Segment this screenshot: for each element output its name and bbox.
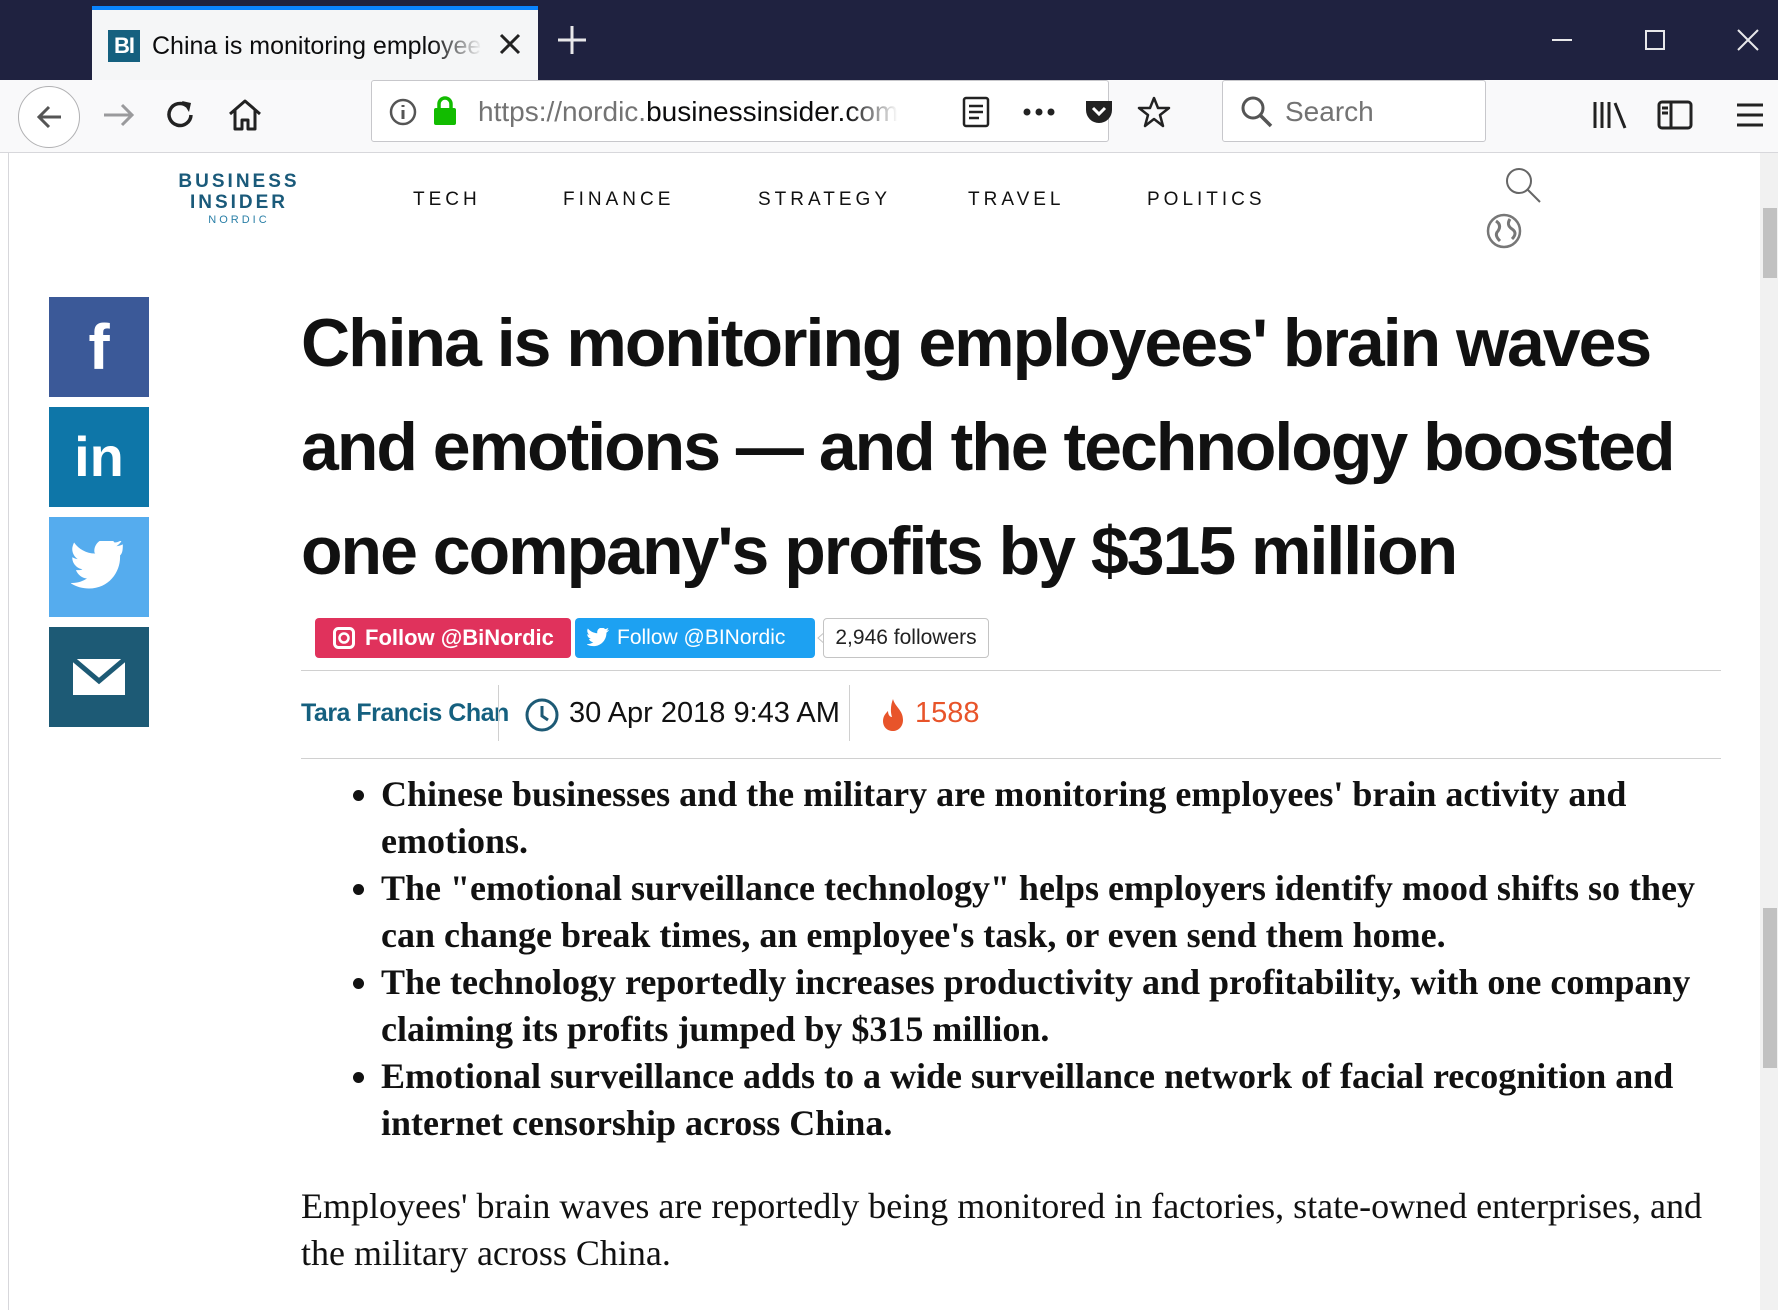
close-window-icon[interactable] [1726, 18, 1770, 62]
divider [498, 685, 499, 741]
lock-icon[interactable] [430, 95, 460, 127]
search-icon[interactable] [1503, 165, 1543, 205]
summary-item: Chinese businesses and the military are … [381, 771, 1741, 865]
summary-item: The technology reportedly increases prod… [381, 959, 1741, 1053]
nav-travel[interactable]: TRAVEL [968, 189, 1065, 211]
url-prefix: https://nordic. [478, 96, 647, 127]
twitter-bird-icon [587, 628, 610, 647]
globe-icon[interactable] [1484, 211, 1524, 251]
divider [849, 685, 850, 741]
pocket-icon[interactable] [1082, 95, 1116, 129]
share-linkedin-button[interactable]: in [49, 407, 149, 507]
page-scrollbar[interactable] [1760, 153, 1778, 1310]
share-facebook-button[interactable]: f [49, 297, 149, 397]
twitter-bird-icon [71, 541, 123, 589]
info-icon[interactable] [388, 97, 418, 127]
home-icon[interactable] [222, 92, 268, 138]
url-host: businessinsider.com [646, 96, 898, 127]
author-link[interactable]: Tara Francis Chan [301, 695, 509, 731]
instagram-icon [333, 627, 355, 649]
back-button[interactable] [18, 86, 80, 148]
url-bar[interactable]: https://nordic.businessinsider.com [371, 80, 1171, 142]
summary-item: Emotional surveillance adds to a wide su… [381, 1053, 1741, 1147]
tab-title: China is monitoring employees' brain wav… [152, 32, 482, 60]
close-tab-icon[interactable] [492, 26, 528, 62]
view-count: 1588 [915, 697, 980, 729]
menu-icon[interactable] [1727, 92, 1773, 138]
url-text[interactable]: https://nordic.businessinsider.com [478, 94, 898, 130]
maximize-icon[interactable] [1633, 18, 1677, 62]
browser-search-bar[interactable]: Search [1222, 80, 1486, 142]
search-icon [1241, 96, 1273, 128]
library-icon[interactable] [1587, 92, 1633, 138]
sidebar-icon[interactable] [1652, 92, 1698, 138]
envelope-icon [73, 659, 125, 695]
logo-line2: INSIDER [189, 192, 289, 213]
browser-tab-active[interactable]: BI China is monitoring employees' brain … [92, 6, 538, 80]
search-placeholder: Search [1285, 96, 1374, 127]
summary-item: The "emotional surveillance technology" … [381, 865, 1741, 959]
facebook-icon: f [88, 311, 110, 383]
fire-icon [883, 699, 903, 731]
clock-icon [525, 698, 559, 732]
reader-view-icon[interactable] [960, 95, 992, 129]
article-summary-list: Chinese businesses and the military are … [301, 771, 1741, 1147]
nav-politics[interactable]: POLITICS [1147, 189, 1266, 211]
nav-strategy[interactable]: STRATEGY [758, 189, 891, 211]
share-twitter-button[interactable] [49, 517, 149, 617]
new-tab-icon[interactable] [550, 18, 594, 62]
twitter-follower-count[interactable]: 2,946 followers [823, 618, 989, 658]
instagram-follow-label: Follow @BiNordic [365, 625, 554, 650]
instagram-follow-button[interactable]: Follow @BiNordic [315, 618, 571, 658]
twitter-follow-button[interactable]: Follow @BINordic [575, 618, 815, 658]
bookmark-star-icon[interactable] [1136, 94, 1172, 130]
divider [301, 758, 1721, 759]
logo-line1: BUSINESS [178, 171, 300, 192]
web-page: BUSINESS INSIDER NORDIC TECH FINANCE STR… [8, 153, 1761, 1310]
reload-icon[interactable] [158, 92, 204, 138]
minimize-icon[interactable] [1540, 18, 1584, 62]
logo-line3: NORDIC [208, 214, 270, 226]
page-actions-icon[interactable] [1020, 97, 1058, 127]
scrollbar-thumb[interactable] [1763, 208, 1777, 278]
divider [301, 670, 1721, 671]
tab-favicon: BI [108, 30, 140, 62]
linkedin-icon: in [74, 425, 124, 488]
publish-date: 30 Apr 2018 9:43 AM [569, 697, 840, 729]
article-headline: China is monitoring employees' brain wav… [301, 305, 1676, 589]
twitter-follow-label: Follow @BINordic [617, 626, 786, 649]
browser-titlebar: BI China is monitoring employees' brain … [0, 0, 1778, 80]
forward-icon[interactable] [96, 92, 142, 138]
arrow-left-icon [36, 105, 61, 129]
article-body-paragraph: Employees' brain waves are reportedly be… [301, 1186, 1702, 1273]
site-logo[interactable]: BUSINESS INSIDER NORDIC [169, 171, 309, 227]
scrollbar-thumb[interactable] [1763, 908, 1777, 1068]
nav-finance[interactable]: FINANCE [563, 189, 674, 211]
nav-tech[interactable]: TECH [413, 189, 481, 211]
share-email-button[interactable] [49, 627, 149, 727]
